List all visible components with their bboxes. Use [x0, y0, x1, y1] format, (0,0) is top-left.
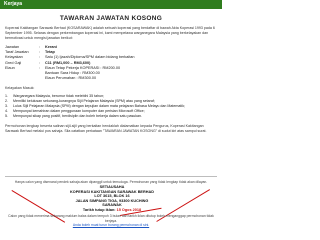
intro-paragraph: Koperasi Kakitangan Sarawak Berhad (KOSA…	[5, 26, 215, 40]
list-item: 5. Mempunyai sikap yang positif, berdisip…	[5, 114, 143, 119]
requirements-heading: Kelayakan Masuk:	[5, 86, 35, 91]
deadline-line: Tarikh tutup iklan: 15 Ogos 2018	[42, 208, 182, 213]
download-form-link[interactable]: Anda boleh muat turun borang permohonan …	[5, 223, 217, 228]
header-bar: Kerjaya	[0, 0, 222, 9]
apply-note: Permohonan lengkap beserta salinan sijil…	[5, 124, 207, 134]
detail-value: Elaun Perumahan : RM300.00	[45, 76, 97, 81]
requirements-list: 1. Warganegara Malaysia, berumur tidak me…	[5, 94, 217, 119]
document-title: TAWARAN JAWATAN KOSONG	[59, 15, 163, 22]
footer-note: Calon yang tidak menerima sebarang maklu…	[8, 214, 214, 223]
job-details: Jawatan: Kerani Taraf Jawatan: Tetap Kelay…	[5, 45, 217, 81]
deadline-label: Tarikh tutup iklan:	[82, 207, 116, 212]
document-body: TAWARAN JAWATAN KOSONG Koperasi Kakitang…	[5, 12, 217, 134]
divider	[5, 176, 217, 177]
header-title: Kerjaya	[4, 1, 23, 7]
footer: Calon yang tidak menerima sebarang maklu…	[5, 214, 217, 228]
detail-key	[5, 76, 39, 81]
detail-row: Elaun Perumahan : RM300.00	[5, 76, 217, 81]
shortlist-warning: Hanya calon yang disenarai pendek sahaja…	[14, 180, 208, 184]
